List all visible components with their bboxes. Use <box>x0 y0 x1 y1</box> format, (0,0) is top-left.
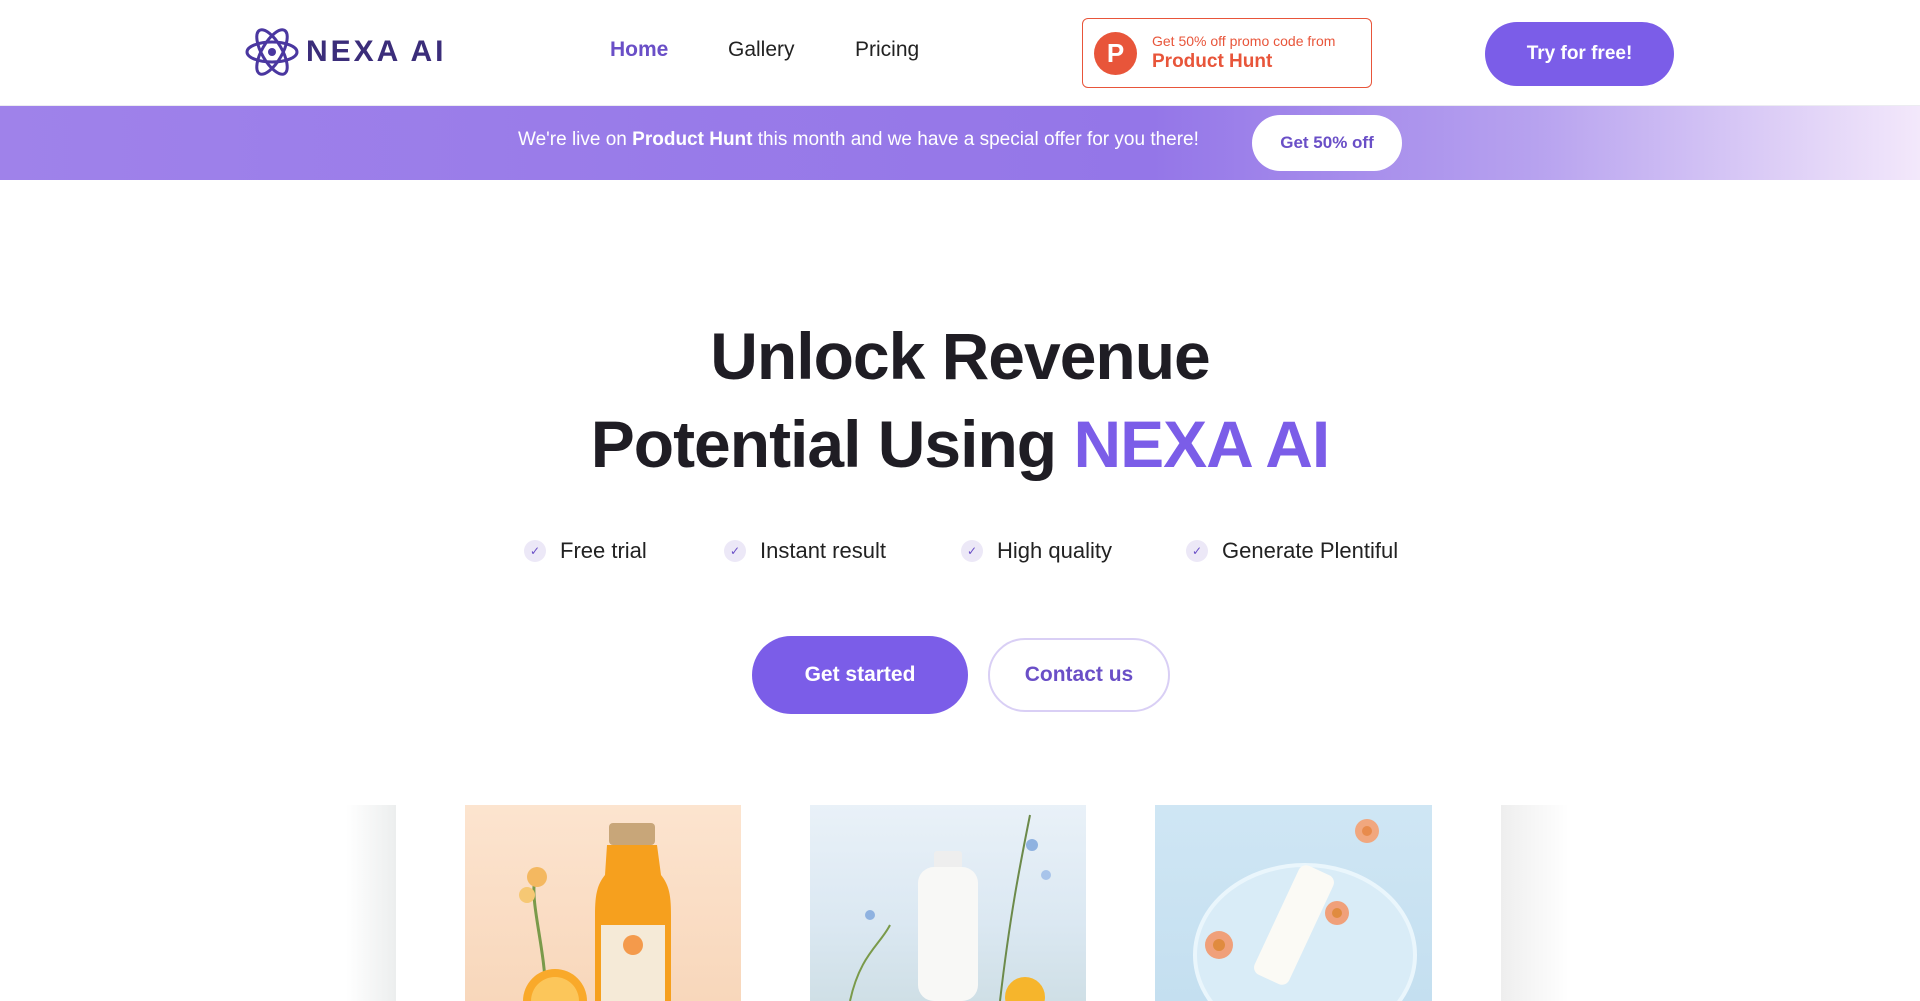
cocooil-bottle-image <box>849 814 1051 1001</box>
promo-text: Get 50% off promo code from Product Hunt <box>1152 32 1335 74</box>
hero-line1: Unlock Revenue <box>710 319 1210 393</box>
feature-label: High quality <box>997 538 1112 563</box>
hero-title: Unlock Revenue Potential Using NEXA AI <box>0 312 1920 488</box>
feature-list: ✓ Free trial ✓ Instant result ✓ High qua… <box>0 538 1920 574</box>
product-hunt-icon: P <box>1094 31 1137 75</box>
gallery-tile-cocooil[interactable] <box>810 805 1086 1001</box>
get-50-off-button[interactable]: Get 50% off <box>1252 115 1402 171</box>
try-for-free-button[interactable]: Try for free! <box>1485 22 1674 86</box>
main-nav: Home Gallery Pricing <box>610 38 919 62</box>
product-hunt-promo[interactable]: P Get 50% off promo code from Product Hu… <box>1082 18 1372 88</box>
feature-label: Instant result <box>760 538 886 563</box>
site-header: NEXA AI Home Gallery Pricing P Get 50% o… <box>0 0 1920 106</box>
gallery-tile-partial-left[interactable] <box>346 805 396 1001</box>
logo[interactable]: NEXA AI <box>244 22 446 82</box>
la-mer-tube-image <box>1193 819 1417 1001</box>
nav-home[interactable]: Home <box>610 38 728 62</box>
check-icon: ✓ <box>724 540 746 562</box>
gallery-tile-orange-juice[interactable] <box>465 805 741 1001</box>
check-icon: ✓ <box>961 540 983 562</box>
gallery-tile-la-mer[interactable] <box>1155 805 1432 1001</box>
contact-us-button[interactable]: Contact us <box>988 638 1170 712</box>
check-icon: ✓ <box>1186 540 1208 562</box>
nav-gallery[interactable]: Gallery <box>728 38 855 62</box>
feature-item: ✓ Instant result <box>724 538 886 564</box>
promo-banner: We're live on Product Hunt this month an… <box>0 106 1920 180</box>
logo-text: NEXA AI <box>306 35 447 68</box>
banner-message: We're live on Product Hunt this month an… <box>518 129 1199 151</box>
promo-title: Product Hunt <box>1152 51 1273 72</box>
hero-line2-prefix: Potential Using <box>590 407 1074 481</box>
gallery-tile-partial-right[interactable] <box>1501 805 1569 1001</box>
feature-label: Free trial <box>560 538 647 563</box>
promo-subtitle: Get 50% off promo code from <box>1152 33 1336 49</box>
feature-label: Generate Plentiful <box>1222 538 1399 563</box>
feature-item: ✓ High quality <box>961 538 1112 564</box>
hero-brand-accent: NEXA AI <box>1073 407 1330 481</box>
feature-item: ✓ Generate Plentiful <box>1186 538 1398 564</box>
check-icon: ✓ <box>524 540 546 562</box>
atom-icon <box>245 28 299 76</box>
feature-item: ✓ Free trial <box>524 538 647 564</box>
get-started-button[interactable]: Get started <box>752 636 968 714</box>
juice-bottle-image <box>519 823 671 1001</box>
banner-prefix: We're live on <box>518 129 633 150</box>
banner-suffix: this month and we have a special offer f… <box>752 129 1199 150</box>
nav-pricing[interactable]: Pricing <box>855 38 919 62</box>
banner-bold: Product Hunt <box>632 129 753 150</box>
